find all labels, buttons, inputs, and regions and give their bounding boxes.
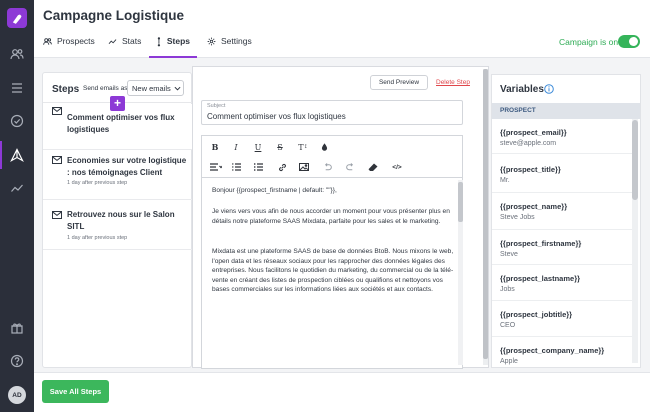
gear-icon bbox=[207, 37, 216, 46]
users-icon[interactable] bbox=[9, 46, 25, 62]
variable-item[interactable]: {{prospect_name}} Steve Jobs bbox=[492, 193, 632, 230]
variable-item[interactable]: {{prospect_company_name}} Apple bbox=[492, 337, 632, 367]
tab-label: Stats bbox=[122, 36, 142, 46]
subject-label: Subject bbox=[207, 103, 226, 109]
variable-name: {{prospect_email}} bbox=[500, 128, 567, 137]
app-logo-icon[interactable] bbox=[7, 8, 27, 28]
variable-item[interactable]: {{prospect_email}} steve@apple.com bbox=[492, 119, 632, 154]
gift-icon[interactable] bbox=[9, 320, 25, 336]
tab-stats[interactable]: Stats bbox=[108, 36, 141, 58]
variable-item[interactable]: {{prospect_title}} Mr. bbox=[492, 156, 632, 193]
variable-item[interactable]: {{prospect_lastname}} Jobs bbox=[492, 265, 632, 301]
save-all-steps-button[interactable]: Save All Steps bbox=[42, 380, 109, 403]
variable-name: {{prospect_jobtitle}} bbox=[500, 310, 573, 319]
variable-item[interactable]: {{prospect_firstname}} Steve bbox=[492, 230, 632, 265]
step-title: Economies sur votre logistique : nos tém… bbox=[67, 156, 187, 177]
bullet-list-icon[interactable] bbox=[251, 160, 265, 174]
variable-item[interactable]: {{prospect_jobtitle}} CEO bbox=[492, 301, 632, 337]
variable-value: Steve Jobs bbox=[500, 214, 535, 221]
tab-steps[interactable]: Steps bbox=[149, 36, 197, 58]
steps-title: Steps bbox=[52, 84, 80, 95]
avatar[interactable]: AD bbox=[8, 386, 26, 404]
add-step-button[interactable]: + bbox=[110, 96, 125, 111]
steps-panel: Steps Send emails as New emails Comment … bbox=[42, 72, 193, 368]
mail-icon bbox=[52, 156, 62, 164]
mail-icon bbox=[52, 107, 62, 115]
align-icon[interactable] bbox=[208, 160, 224, 174]
variable-value: Apple bbox=[500, 358, 518, 365]
variable-name: {{prospect_title}} bbox=[500, 165, 561, 174]
step-editor: Send Preview Delete Step Subject Comment… bbox=[192, 66, 489, 369]
chevron-down-icon bbox=[174, 86, 181, 91]
link-icon[interactable] bbox=[275, 160, 289, 174]
send-preview-button[interactable]: Send Preview bbox=[370, 75, 428, 90]
code-icon[interactable]: </> bbox=[390, 160, 404, 174]
variable-value: Steve bbox=[500, 251, 518, 258]
tab-label: Steps bbox=[166, 36, 190, 46]
tab-label: Settings bbox=[221, 36, 252, 46]
color-drop-icon[interactable] bbox=[317, 140, 331, 154]
delete-step-link[interactable]: Delete Step bbox=[436, 79, 470, 86]
redo-icon[interactable] bbox=[343, 160, 357, 174]
step-delay: 1 day after previous step bbox=[67, 180, 128, 186]
variables-section-header: PROSPECT bbox=[492, 103, 640, 119]
step-title: Comment optimiser vos flux logistiques bbox=[67, 113, 175, 134]
variable-value: steve@apple.com bbox=[500, 140, 557, 147]
body-paragraph: Bonjour {{prospect_firstname | default: … bbox=[212, 187, 337, 194]
strikethrough-icon[interactable]: S bbox=[273, 140, 287, 154]
send-emails-as-label: Send emails as bbox=[83, 85, 128, 92]
variable-value: CEO bbox=[500, 322, 516, 329]
eraser-icon[interactable] bbox=[366, 160, 380, 174]
campaign-status-label: Campaign is on bbox=[559, 37, 619, 47]
step-item[interactable]: Retrouvez nous sur le Salon SITL 1 day a… bbox=[43, 200, 193, 250]
underline-icon[interactable]: U bbox=[251, 140, 265, 154]
step-delay: 1 day after previous step bbox=[67, 235, 128, 241]
variables-scrollbar-thumb[interactable] bbox=[632, 120, 638, 200]
help-icon[interactable] bbox=[9, 353, 25, 369]
variables-panel: Variables PROSPECT {{prospect_email}} st… bbox=[491, 74, 641, 368]
check-circle-icon[interactable] bbox=[9, 113, 25, 129]
tab-label: Prospects bbox=[57, 36, 95, 46]
step-title: Retrouvez nous sur le Salon SITL bbox=[67, 210, 175, 231]
variables-title: Variables bbox=[500, 84, 544, 95]
variable-value: Jobs bbox=[500, 286, 515, 293]
tab-prospects[interactable]: Prospects bbox=[43, 36, 95, 58]
footer-bar bbox=[34, 372, 650, 412]
ordered-list-icon[interactable] bbox=[229, 160, 243, 174]
subject-field[interactable]: Subject Comment optimiser vos flux logis… bbox=[201, 100, 463, 125]
tab-settings[interactable]: Settings bbox=[207, 36, 252, 58]
body-paragraph: Je viens vers vous afin de nous accorder… bbox=[212, 208, 450, 225]
mail-icon bbox=[52, 211, 62, 219]
variable-name: {{prospect_company_name}} bbox=[500, 346, 605, 355]
email-body-editor[interactable]: Bonjour {{prospect_firstname | default: … bbox=[201, 177, 463, 369]
variable-name: {{prospect_firstname}} bbox=[500, 239, 582, 248]
undo-icon[interactable] bbox=[320, 160, 334, 174]
page-title: Campagne Logistique bbox=[43, 8, 185, 23]
step-item[interactable]: Economies sur votre logistique : nos tém… bbox=[43, 150, 193, 200]
variable-value: Mr. bbox=[500, 177, 510, 184]
text-size-icon[interactable]: T ↕ bbox=[294, 140, 312, 154]
variable-name: {{prospect_name}} bbox=[500, 202, 568, 211]
campaign-toggle[interactable] bbox=[618, 35, 640, 48]
trend-icon[interactable] bbox=[9, 180, 25, 196]
body-paragraph: Mixdata est une plateforme SAAS de base … bbox=[212, 248, 454, 293]
info-icon[interactable] bbox=[544, 84, 554, 94]
editor-scrollbar-thumb[interactable] bbox=[483, 69, 488, 359]
italic-icon[interactable]: I bbox=[229, 140, 243, 154]
left-rail: AD bbox=[0, 0, 34, 412]
body-scrollbar-thumb[interactable] bbox=[458, 182, 463, 222]
subject-input[interactable]: Comment optimiser vos flux logistiques bbox=[207, 112, 346, 121]
image-icon[interactable] bbox=[297, 160, 311, 174]
users-icon bbox=[43, 38, 52, 45]
send-emails-as-select[interactable]: New emails bbox=[127, 80, 184, 96]
list-icon[interactable] bbox=[9, 80, 25, 96]
trend-icon bbox=[108, 39, 117, 45]
steps-icon bbox=[157, 37, 161, 47]
select-value: New emails bbox=[132, 83, 171, 93]
send-icon[interactable] bbox=[0, 141, 25, 169]
editor-toolbar: B I U S T ↕ </> bbox=[201, 135, 463, 177]
variable-name: {{prospect_lastname}} bbox=[500, 274, 581, 283]
bold-icon[interactable]: B bbox=[208, 140, 222, 154]
